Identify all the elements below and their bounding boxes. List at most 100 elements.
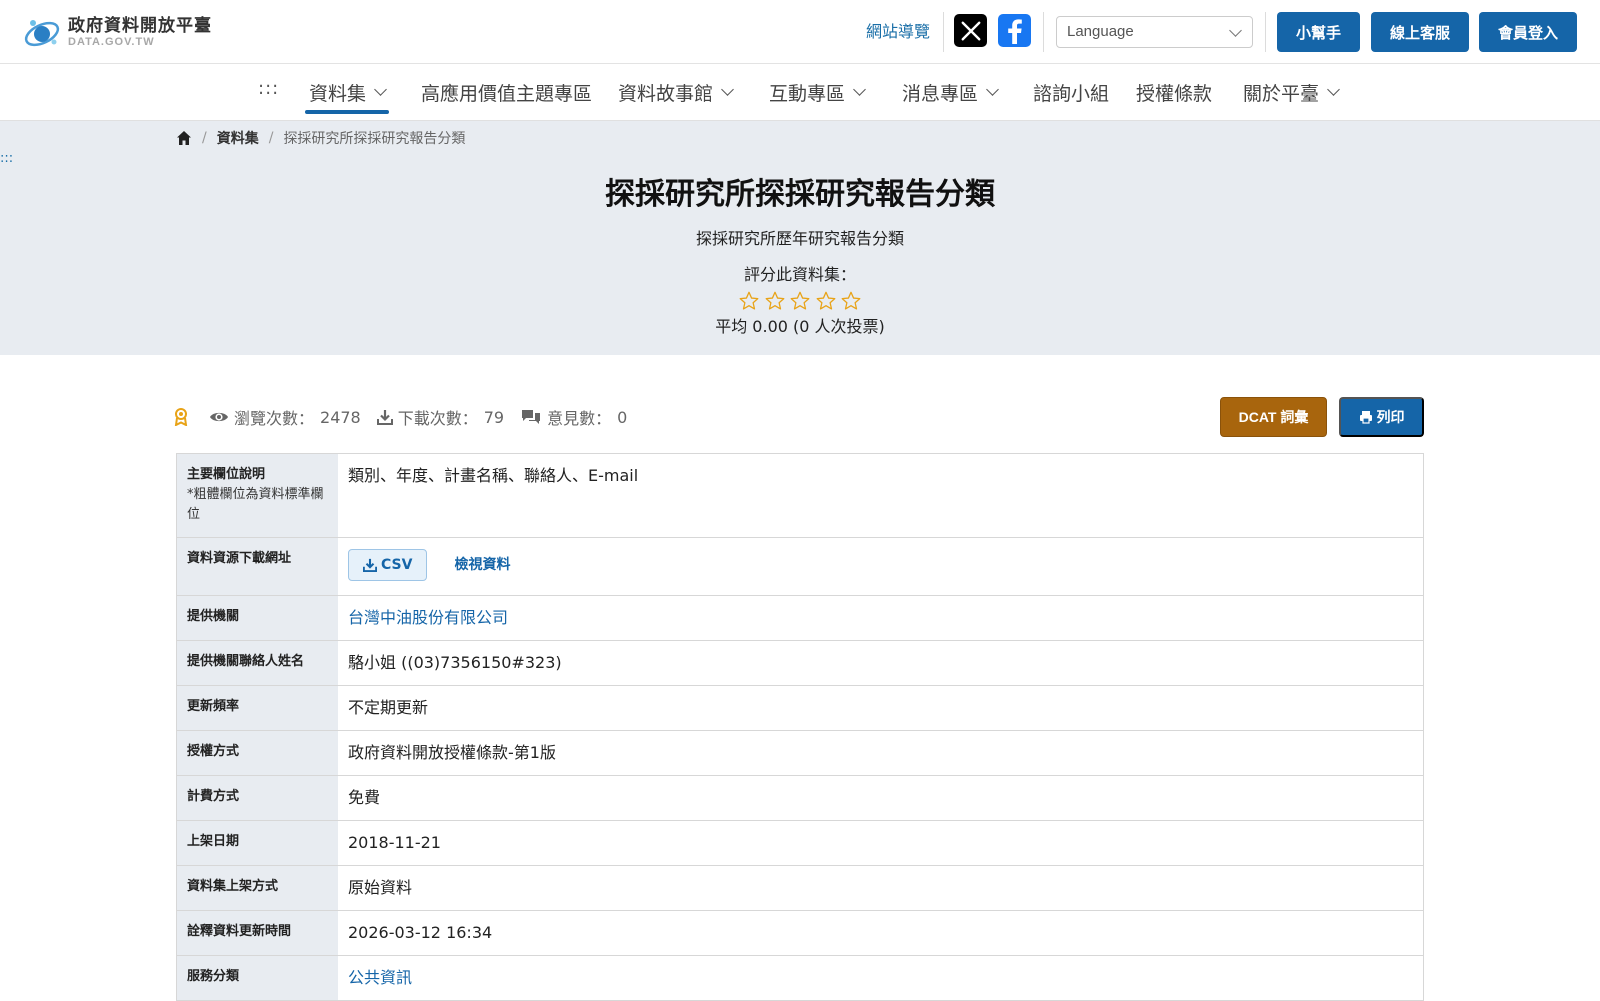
- row-key: 提供機關聯絡人姓名: [177, 641, 338, 685]
- print-button[interactable]: 列印: [1339, 397, 1424, 437]
- nav-item-advisory[interactable]: 諮詢小組: [1033, 78, 1109, 106]
- rating-summary: 平均 0.00 (0 人次投票): [715, 317, 885, 336]
- row-key: 授權方式: [177, 731, 338, 775]
- nav-item-label: 資料集: [309, 82, 367, 105]
- row-value: 類別、年度、計畫名稱、聯絡人、E-mail: [348, 466, 639, 485]
- helper-button[interactable]: 小幫手: [1277, 12, 1360, 52]
- row-value: 原始資料: [348, 878, 413, 897]
- row-key: 主要欄位說明 *粗體欄位為資料標準欄位: [177, 454, 338, 537]
- online-service-button[interactable]: 線上客服: [1371, 12, 1469, 52]
- breadcrumb-current: 探採研究所探採研究報告分類: [283, 131, 466, 147]
- table-row: 上架日期 2018-11-21: [177, 820, 1423, 865]
- table-row: 計費方式 免費: [177, 775, 1423, 820]
- row-value: 台灣中油股份有限公司: [338, 596, 1423, 640]
- provider-link[interactable]: 台灣中油股份有限公司: [348, 608, 508, 627]
- content-accesskey[interactable]: :::: [0, 151, 13, 166]
- row-value: 駱小姐 ((03)7356150#323): [348, 653, 562, 672]
- star-icon[interactable]: [789, 290, 811, 312]
- table-row: 授權方式 政府資料開放授權條款-第1版: [177, 730, 1423, 775]
- nav-item-label: 消息專區: [902, 82, 979, 105]
- views-count: 2478: [320, 407, 361, 427]
- row-key: 詮釋資料更新時間: [177, 911, 338, 955]
- download-icon: [363, 558, 377, 572]
- dcat-button[interactable]: DCAT 詞彙: [1220, 397, 1327, 437]
- language-select-value: Language: [1067, 23, 1134, 40]
- table-row: 更新頻率 不定期更新: [177, 685, 1423, 730]
- row-key: 更新頻率: [177, 686, 338, 730]
- print-label: 列印: [1376, 409, 1405, 425]
- csv-download-button[interactable]: CSV: [348, 549, 428, 581]
- service-category-link[interactable]: 公共資訊: [348, 968, 412, 987]
- nav-item-interaction[interactable]: 互動專區: [769, 78, 866, 106]
- views-label: 瀏覽次數：: [234, 409, 315, 428]
- table-row: 資料集上架方式 原始資料: [177, 865, 1423, 910]
- breadcrumb-datasets[interactable]: 資料集: [217, 128, 259, 148]
- metadata-table: 主要欄位說明 *粗體欄位為資料標準欄位 類別、年度、計畫名稱、聯絡人、E-mai…: [176, 453, 1424, 1001]
- row-key-note: *粗體欄位為資料標準欄位: [187, 487, 324, 522]
- nav-accesskey[interactable]: :::: [258, 78, 279, 99]
- nav-item-about[interactable]: 關於平臺: [1243, 78, 1340, 106]
- nav-item-label: 資料故事館: [618, 82, 714, 105]
- dataset-stats: 瀏覽次數： 2478 下載次數： 79 意見數： 0: [174, 404, 643, 430]
- logo-icon: [24, 20, 60, 47]
- row-key: 提供機關: [177, 596, 338, 640]
- chevron-down-icon: [721, 83, 734, 96]
- language-select[interactable]: Language: [1056, 16, 1253, 48]
- rating-stars[interactable]: [738, 290, 862, 312]
- nav-item-high-value[interactable]: 高應用價值主題專區: [421, 78, 592, 106]
- comments-count: 0: [617, 407, 628, 427]
- star-icon[interactable]: [764, 290, 786, 312]
- nav-item-label: 諮詢小組: [1033, 82, 1110, 105]
- nav-item-news[interactable]: 消息專區: [902, 78, 999, 106]
- view-data-link[interactable]: 檢視資料: [455, 553, 511, 577]
- facebook-icon[interactable]: [998, 14, 1031, 47]
- star-icon[interactable]: [840, 290, 862, 312]
- table-row: 服務分類 公共資訊: [177, 955, 1423, 1000]
- row-key-label: 主要欄位說明: [187, 467, 266, 482]
- header-divider: [1043, 12, 1044, 52]
- member-login-button[interactable]: 會員登入: [1479, 12, 1577, 52]
- views-stat: 瀏覽次數： 2478: [209, 405, 361, 429]
- row-value: CSV 檢視資料: [338, 538, 1423, 595]
- row-key: 資料資源下載網址: [177, 538, 338, 595]
- header-divider: [943, 12, 944, 52]
- nav-item-label: 互動專區: [769, 82, 846, 105]
- star-icon[interactable]: [815, 290, 837, 312]
- comments-icon: [522, 410, 541, 424]
- logo-title: 政府資料開放平臺: [68, 15, 212, 36]
- nav-active-indicator: [305, 110, 389, 114]
- nav-item-data-stories[interactable]: 資料故事館: [618, 78, 734, 106]
- comments-stat: 意見數： 0: [520, 405, 627, 429]
- dataset-hero: / 資料集 / 探採研究所探採研究報告分類 ::: 探採研究所探採研究報告分類 …: [0, 121, 1600, 355]
- downloads-stat: 下載次數： 79: [376, 405, 504, 429]
- nav-item-label: 關於平臺: [1243, 82, 1320, 105]
- sitemap-link[interactable]: 網站導覽: [866, 20, 930, 44]
- chevron-down-icon: [853, 83, 866, 96]
- badge-stat: [174, 408, 193, 426]
- chevron-down-icon: [986, 83, 999, 96]
- nav-item-license[interactable]: 授權條款: [1136, 78, 1212, 106]
- table-row: 詮釋資料更新時間 2026-03-12 16:34: [177, 910, 1423, 955]
- table-row: 提供機關聯絡人姓名 駱小姐 ((03)7356150#323): [177, 640, 1423, 685]
- page-title: 探採研究所探採研究報告分類: [605, 177, 995, 212]
- downloads-label: 下載次數：: [397, 409, 478, 428]
- site-logo[interactable]: 政府資料開放平臺 DATA.GOV.TW: [22, 12, 212, 52]
- nav-item-datasets[interactable]: 資料集: [309, 78, 387, 106]
- award-badge-icon: [174, 408, 188, 426]
- row-key: 計費方式: [177, 776, 338, 820]
- table-row: 主要欄位說明 *粗體欄位為資料標準欄位 類別、年度、計畫名稱、聯絡人、E-mai…: [177, 454, 1423, 537]
- printer-icon: [1359, 411, 1372, 424]
- logo-subtitle: DATA.GOV.TW: [68, 35, 155, 48]
- breadcrumb: / 資料集 / 探採研究所探採研究報告分類: [176, 127, 465, 149]
- x-twitter-icon[interactable]: [954, 14, 987, 47]
- dataset-description: 探採研究所歷年研究報告分類: [695, 229, 904, 248]
- chevron-down-icon: [1229, 24, 1242, 37]
- row-value: 免費: [348, 788, 381, 807]
- comments-label: 意見數：: [547, 409, 612, 428]
- table-row: 資料資源下載網址 CSV 檢視資料: [177, 537, 1423, 595]
- star-icon[interactable]: [738, 290, 760, 312]
- top-header: 政府資料開放平臺 DATA.GOV.TW 網站導覽 Language 小幫手 線…: [0, 0, 1600, 64]
- row-value: 公共資訊: [338, 956, 1423, 1000]
- header-divider: [1265, 12, 1266, 52]
- home-icon[interactable]: [176, 130, 192, 146]
